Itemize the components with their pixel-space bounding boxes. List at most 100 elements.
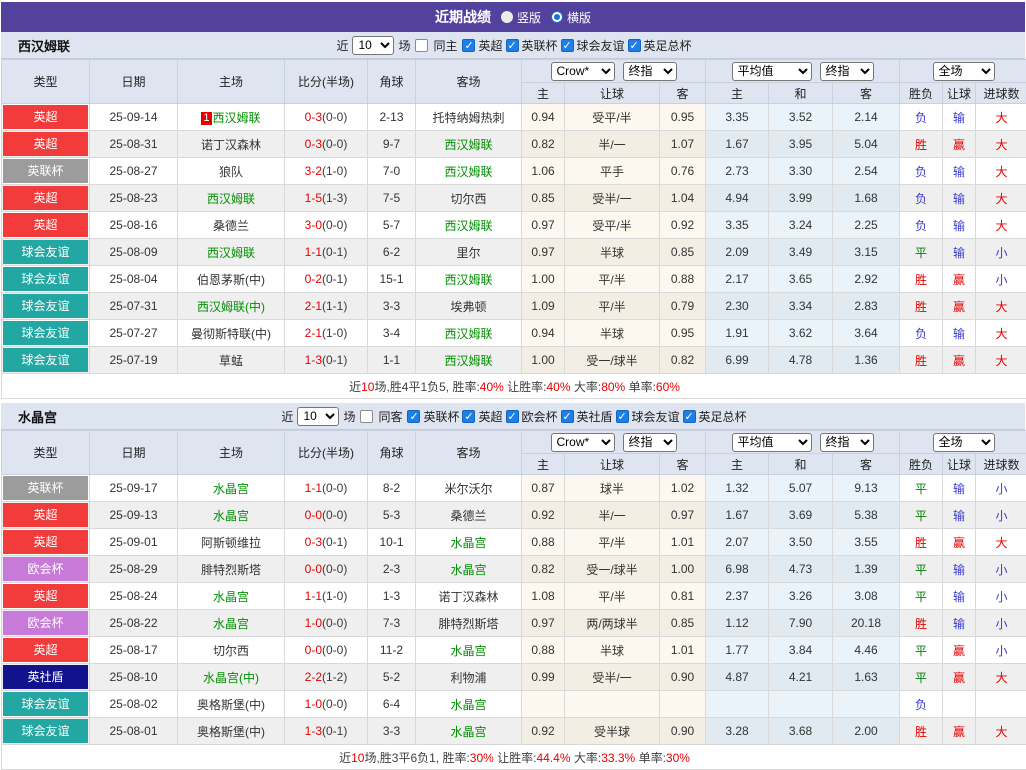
avg-home-odds: 1.91 [706,320,769,347]
match-score: 1-5(1-3) [285,185,368,212]
match-score: 2-1(1-1) [285,293,368,320]
result-goals: 大 [976,718,1026,745]
handicap-away-odds: 0.90 [660,718,706,745]
corner-score: 15-1 [368,266,416,293]
league-checkbox[interactable] [616,410,629,423]
result-goals: 小 [976,502,1026,529]
same-side-checkbox[interactable] [415,39,428,52]
halftime-score: (0-0) [322,697,347,711]
avg-draw-odds: 4.73 [769,556,833,583]
home-team: 水晶宫 [178,502,285,529]
result-goals: 大 [976,293,1026,320]
home-team-name: 奥格斯堡(中) [197,698,265,712]
league-label: 欧会杯 [522,408,558,425]
avg-stage-select[interactable]: 终指 [820,62,874,81]
odds-stage-select[interactable]: 终指 [623,433,677,452]
scope-select[interactable]: 全场 [933,433,995,452]
home-team: 诺丁汉森林 [178,131,285,158]
league-checkbox[interactable] [462,410,475,423]
home-team: 水晶宫 [178,610,285,637]
summary-stat: 44.4% [537,751,571,765]
handicap-home-odds: 0.82 [522,556,565,583]
result-wdl: 负 [900,104,943,131]
result-handicap: 输 [943,610,976,637]
league-checkbox[interactable] [506,39,519,52]
vertical-radio-icon[interactable] [501,11,513,23]
layout-option-vertical[interactable]: 竖版 [501,9,541,26]
average-select-group: 平均值终指 [706,431,900,454]
away-team-name: 里尔 [456,246,480,260]
fulltime-score: 0-0 [305,643,322,657]
league-checkbox[interactable] [628,39,641,52]
odds-stage-select[interactable]: 终指 [623,62,677,81]
match-date: 25-09-17 [90,475,178,502]
avg-away-odds: 9.13 [833,475,900,502]
league-checkbox[interactable] [407,410,420,423]
avg-draw-odds: 3.30 [769,158,833,185]
avg-stage-select[interactable]: 终指 [820,433,874,452]
match-score: 0-3(0-0) [285,104,368,131]
home-team-name: 伯恩茅斯(中) [197,273,265,287]
recent-count-select[interactable]: 10 [352,36,394,55]
handicap-home-odds: 1.08 [522,583,565,610]
halftime-score: (0-1) [322,272,347,286]
avg-draw-odds: 3.95 [769,131,833,158]
handicap-away-odds: 0.95 [660,104,706,131]
same-side-checkbox[interactable] [360,410,373,423]
layout-option-horizontal[interactable]: 横版 [551,9,591,26]
league-checkbox[interactable] [561,39,574,52]
recent-count-select[interactable]: 10 [297,407,339,426]
result-handicap: 赢 [943,293,976,320]
avg-away-odds: 2.83 [833,293,900,320]
corner-score: 8-2 [368,475,416,502]
away-team: 里尔 [416,239,522,266]
avg-home-odds: 2.30 [706,293,769,320]
halftime-score: (0-0) [322,218,347,232]
subheader-avg-away: 客 [833,83,900,104]
result-wdl: 负 [900,320,943,347]
competition-badge: 英超 [3,186,88,210]
result-handicap: 输 [943,502,976,529]
scope-select[interactable]: 全场 [933,62,995,81]
avg-odds-select[interactable]: 平均值 [732,62,812,81]
subheader-avg-draw: 和 [769,454,833,475]
horizontal-radio-icon[interactable] [551,11,563,23]
fulltime-score: 3-0 [305,218,322,232]
match-competition: 英超 [2,583,90,610]
subheader-avg-home: 主 [706,83,769,104]
avg-home-odds: 1.32 [706,475,769,502]
corner-score: 3-3 [368,293,416,320]
match-row: 球会友谊25-08-02奥格斯堡(中)1-0(0-0)6-4水晶宫负 [2,691,1026,718]
match-row: 球会友谊25-08-01奥格斯堡(中)1-3(0-1)3-3水晶宫0.92受半球… [2,718,1026,745]
league-checkbox[interactable] [683,410,696,423]
handicap-home-odds: 0.88 [522,637,565,664]
vertical-radio-label: 竖版 [517,9,541,26]
league-checkbox[interactable] [561,410,574,423]
corner-score: 1-1 [368,347,416,374]
match-date: 25-08-22 [90,610,178,637]
average-select-group: 平均值终指 [706,60,900,83]
avg-home-odds: 2.37 [706,583,769,610]
avg-odds-select[interactable]: 平均值 [732,433,812,452]
match-row: 英联杯25-08-27狼队3-2(1-0)7-0西汉姆联1.06平手0.762.… [2,158,1026,185]
red-card-mark: 1 [201,112,211,125]
fulltime-score: 1-5 [305,191,322,205]
league-checkbox[interactable] [506,410,519,423]
odds-company-select[interactable]: Crow* [551,62,615,81]
home-team-name: 西汉姆联 [213,111,261,125]
handicap-line: 平手 [565,158,660,185]
league-checkbox[interactable] [462,39,475,52]
same-side-label: 同主 [433,37,457,54]
result-goals [976,691,1026,718]
avg-draw-odds: 4.21 [769,664,833,691]
result-goals: 大 [976,212,1026,239]
result-wdl: 平 [900,502,943,529]
competition-badge: 欧会杯 [3,557,88,581]
avg-draw-odds: 3.65 [769,266,833,293]
away-team-name: 水晶宫 [450,698,486,712]
match-competition: 球会友谊 [2,718,90,745]
subheader-result-handicap: 让球 [943,454,976,475]
odds-company-select[interactable]: Crow* [551,433,615,452]
away-team-name: 西汉姆联 [444,165,492,179]
col-header-type: 类型 [2,60,90,104]
